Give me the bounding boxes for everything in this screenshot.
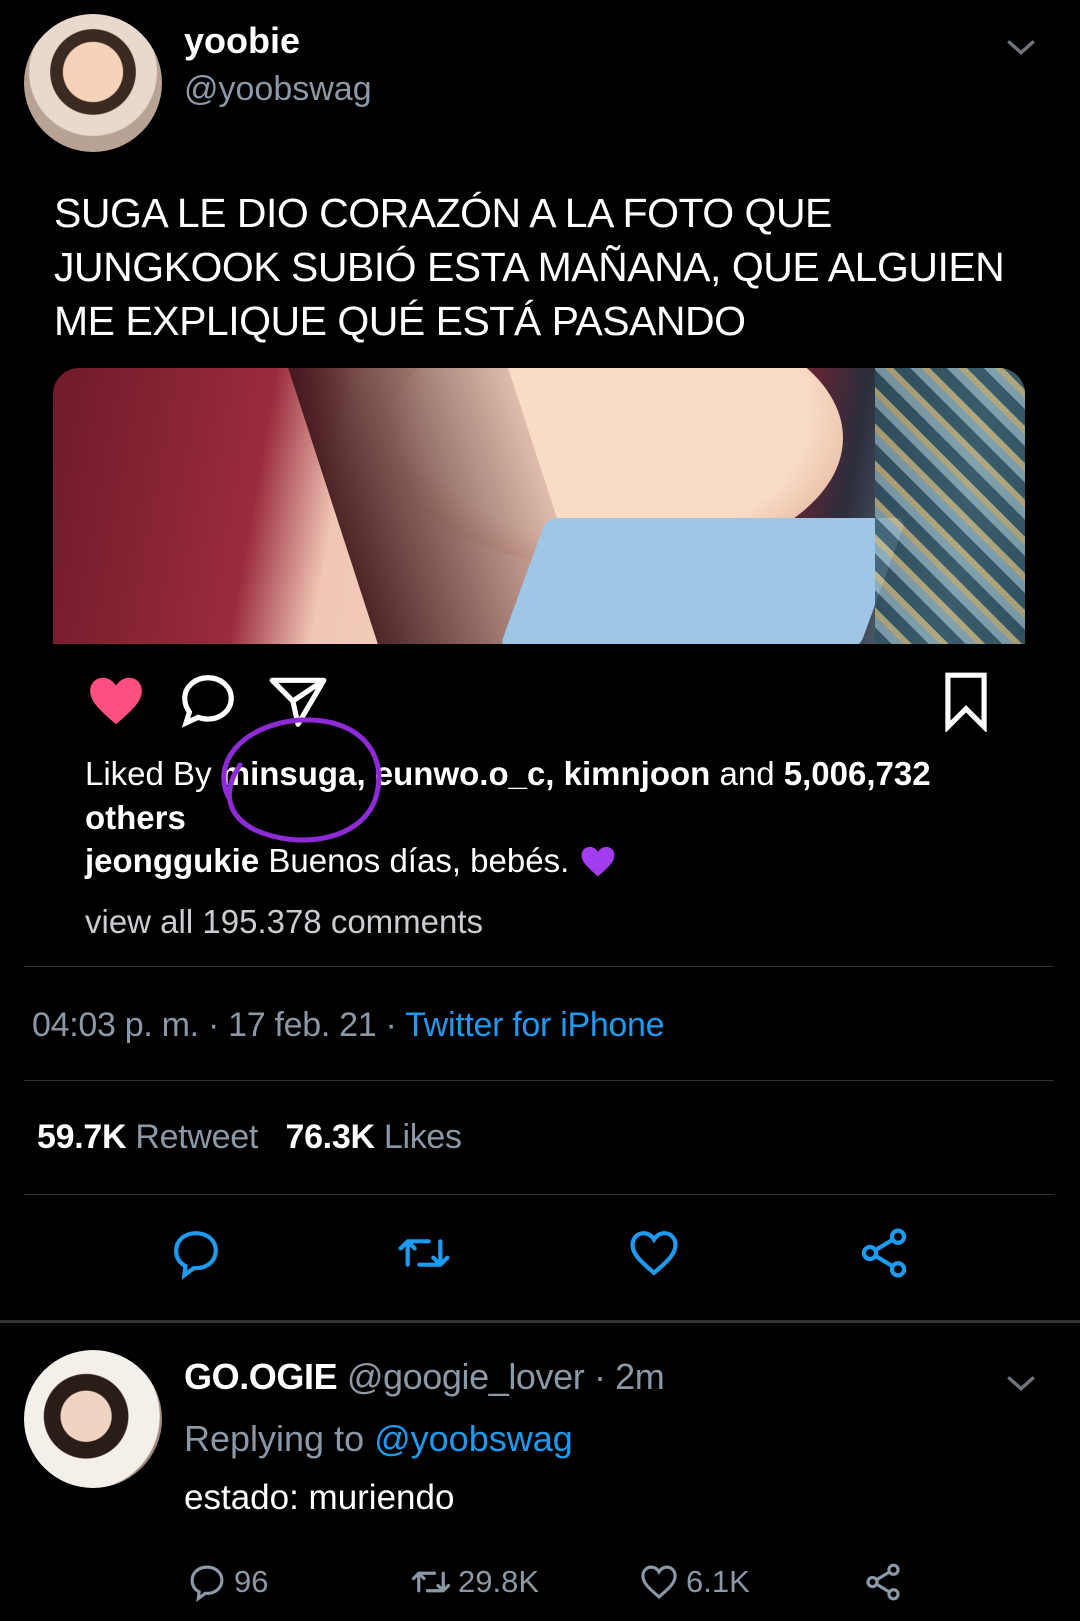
divider [24, 966, 1054, 967]
user-handle[interactable]: @yoobswag [184, 70, 372, 109]
like-icon [641, 1565, 677, 1599]
reply-action-bar: 96 29.8K 6.1K [0, 1560, 1080, 1610]
avatar[interactable] [24, 14, 162, 152]
engagement-counts[interactable]: 59.7K Retweet 76.3K Likes [37, 1118, 462, 1157]
like-icon[interactable] [626, 1225, 682, 1281]
reply-avatar[interactable] [24, 1350, 162, 1488]
reply-header: GO.OGIE @googie_lover · 2m [184, 1356, 665, 1398]
divider [0, 1320, 1080, 1323]
reply-icon[interactable] [168, 1225, 224, 1281]
highlight-circle [221, 717, 382, 843]
tweet-meta: 04:03 p. m. · 17 feb. 21 · Twitter for i… [32, 1006, 665, 1044]
tweet-action-bar [0, 1225, 1080, 1295]
source-app-link[interactable]: Twitter for iPhone [405, 1006, 664, 1044]
caption: jeonggukie Buenos días, bebés. [85, 842, 618, 880]
view-all-comments: view all 195.378 comments [85, 903, 484, 940]
share-icon [866, 1563, 900, 1601]
reply-retweet-button[interactable]: 29.8K [410, 1560, 539, 1604]
chevron-down-icon[interactable] [1004, 1366, 1038, 1400]
tweet-text: SUGA LE DIO CORAZÓN A LA FOTO QUE JUNGKO… [54, 190, 1005, 344]
display-name[interactable]: yoobie [184, 20, 300, 62]
reply-icon [190, 1565, 224, 1603]
bookmark-icon [945, 672, 987, 732]
reply-handle[interactable]: @googie_lover [347, 1356, 585, 1397]
divider [24, 1080, 1054, 1081]
embedded-photo[interactable] [53, 368, 1025, 644]
chevron-down-icon[interactable] [1004, 30, 1038, 64]
reply-reply-button[interactable]: 96 [186, 1560, 268, 1604]
mention-link[interactable]: @yoobswag [374, 1418, 573, 1459]
share-icon[interactable] [856, 1225, 912, 1281]
reply-display-name[interactable]: GO.OGIE [184, 1356, 338, 1397]
reply-text: estado: muriendo [184, 1478, 455, 1517]
reply-like-button[interactable]: 6.1K [638, 1560, 750, 1604]
heart-filled-icon [90, 677, 142, 725]
retweet-icon [411, 1571, 451, 1593]
reply-time: · 2m [593, 1356, 665, 1397]
retweet-icon[interactable] [396, 1225, 452, 1281]
purple-heart-icon [582, 846, 615, 877]
replying-to: Replying to @yoobswag [184, 1418, 573, 1459]
divider [24, 1194, 1054, 1195]
reply-share-button[interactable] [862, 1560, 910, 1604]
